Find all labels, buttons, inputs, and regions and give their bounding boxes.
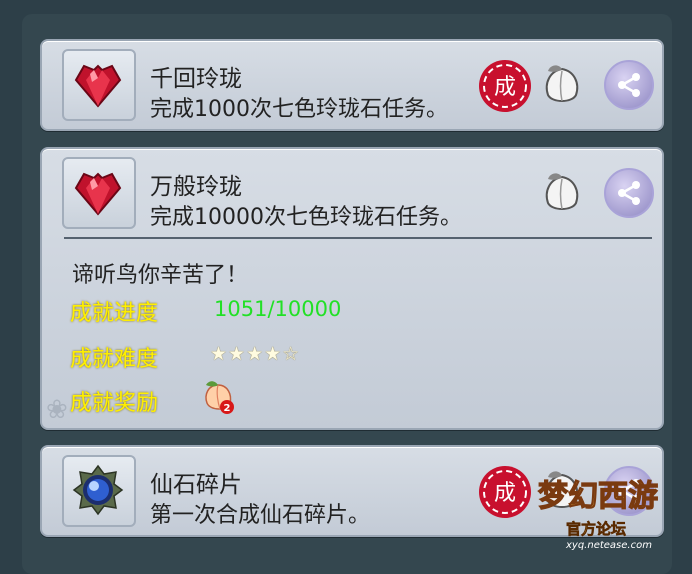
achievement-icon-frame	[62, 49, 136, 121]
watermark-url: xyq.netease.com	[565, 540, 652, 550]
achievement-description: 第一次合成仙石碎片。	[150, 503, 371, 528]
achievement-title: 万般玲珑	[150, 174, 242, 200]
peach-icon	[545, 65, 579, 102]
divider	[64, 237, 652, 239]
stamp-label: 成	[494, 75, 516, 100]
red-gem-icon	[74, 64, 122, 108]
peach-icon	[545, 173, 579, 210]
red-gem-icon	[74, 172, 122, 216]
share-icon	[618, 181, 640, 205]
difficulty-label: 成就难度	[70, 347, 159, 372]
achievement-icon-frame	[62, 455, 136, 527]
share-button[interactable]	[604, 168, 654, 218]
blue-orb-icon	[72, 464, 124, 516]
achievement-title: 千回玲珑	[150, 66, 242, 92]
achievement-card[interactable]: 千回玲珑 完成1000次七色玲珑石任务。 成	[40, 39, 664, 131]
progress-value: 1051/10000	[214, 297, 342, 321]
completed-stamp-icon: 成	[479, 60, 531, 112]
completed-stamp-icon: 成	[479, 466, 531, 518]
achievement-card-expanded[interactable]: ❀ 万般玲珑 完成10000次七色玲珑石任务。 谛听鸟你辛苦了！ 成就进度 10…	[40, 147, 664, 430]
achievement-icon-frame	[62, 157, 136, 229]
peach-icon[interactable]: 2	[202, 379, 238, 415]
achievement-description: 完成1000次七色玲珑石任务。	[150, 97, 448, 122]
difficulty-stars: ★★★★☆	[210, 343, 301, 365]
stamp-label: 成	[494, 481, 516, 506]
achievement-description: 完成10000次七色玲珑石任务。	[150, 205, 462, 230]
site-watermark: 梦幻西游 官方论坛 xyq.netease.com	[530, 462, 690, 551]
share-button[interactable]	[604, 60, 654, 110]
game-logo-watermark: 梦幻西游 官方论坛 xyq.netease.com	[537, 478, 658, 551]
watermark-subtitle: 官方论坛	[566, 520, 626, 538]
reward-label: 成就奖励	[70, 391, 159, 416]
watermark-logo: 梦幻西游	[538, 479, 658, 514]
progress-label: 成就进度	[70, 301, 159, 326]
reward-count: 2	[224, 403, 231, 414]
achievement-title: 仙石碎片	[150, 472, 242, 498]
achievement-message: 谛听鸟你辛苦了！	[72, 263, 249, 288]
share-icon	[618, 73, 640, 97]
